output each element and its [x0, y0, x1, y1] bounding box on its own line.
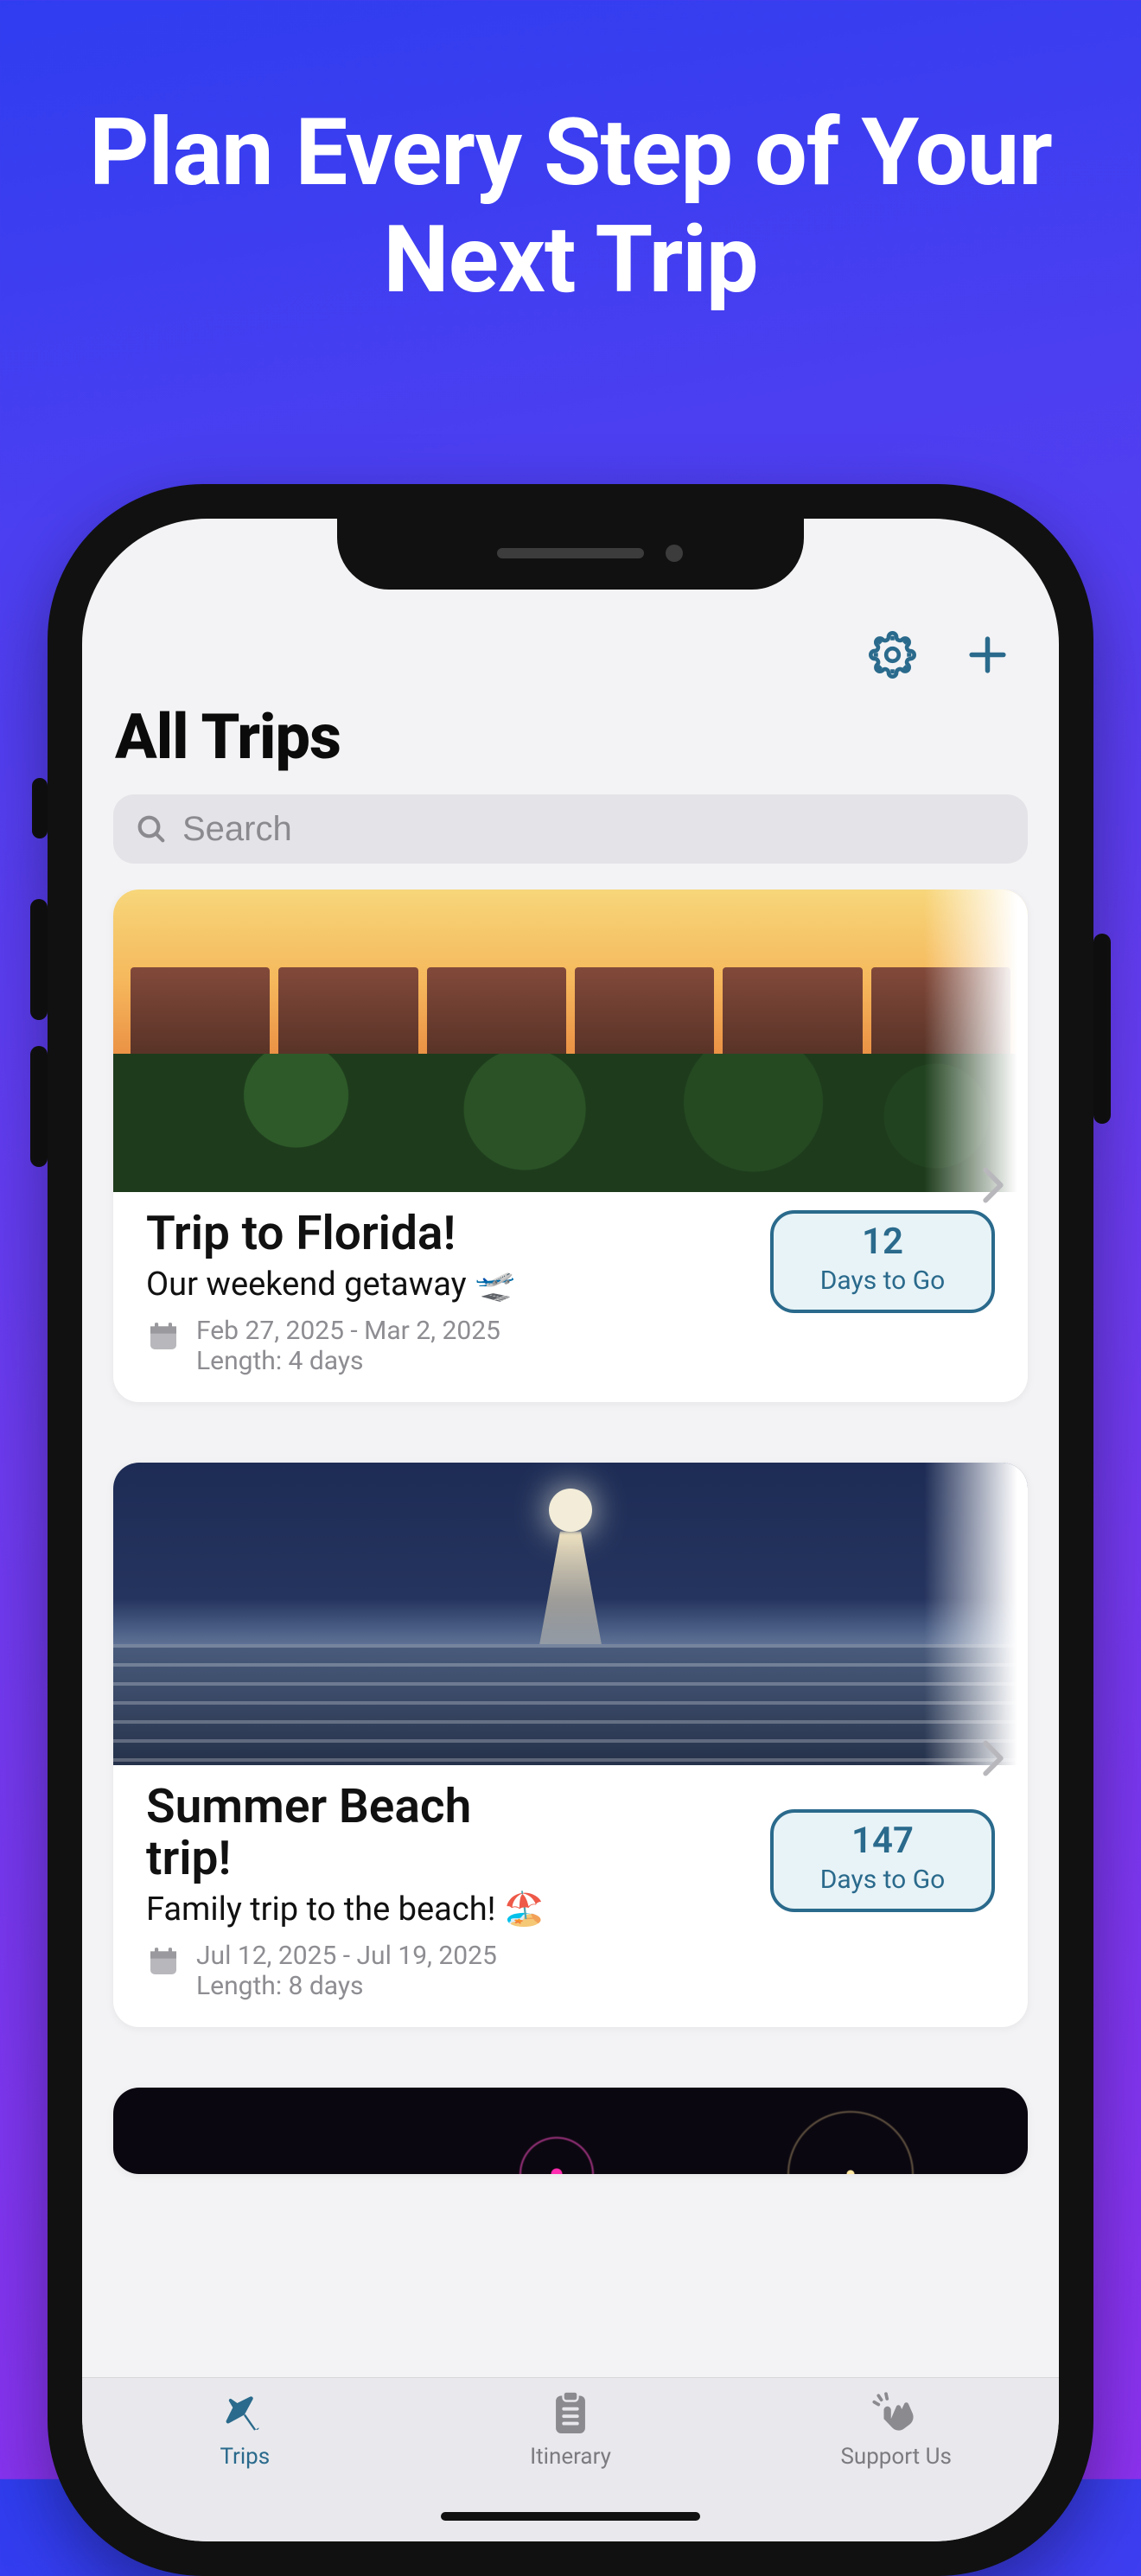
- search-icon: [134, 812, 169, 846]
- calendar-icon: [146, 1319, 181, 1354]
- countdown-number: 12: [798, 1224, 967, 1260]
- countdown-label: Days to Go: [798, 1266, 967, 1296]
- search-bar[interactable]: [113, 794, 1028, 864]
- add-trip-button[interactable]: [964, 631, 1011, 679]
- tab-trips[interactable]: Trips: [82, 2388, 408, 2541]
- trip-length: Length: 8 days: [196, 1971, 497, 2001]
- countdown-number: 147: [798, 1823, 967, 1859]
- trip-title: Summer Beach trip!: [146, 1781, 509, 1885]
- countdown-badge: 147 Days to Go: [770, 1809, 995, 1912]
- chevron-right-icon: [979, 1166, 1007, 1204]
- clipboard-icon: [545, 2388, 596, 2439]
- trip-photo: [113, 2088, 1028, 2174]
- trip-card[interactable]: Trip to Florida! Our weekend getaway 🛫 1…: [113, 889, 1028, 1402]
- app-root: All Trips: [82, 519, 1059, 2541]
- clap-icon: [871, 2388, 921, 2439]
- tab-label: Support Us: [840, 2444, 951, 2470]
- countdown-badge: 12 Days to Go: [770, 1210, 995, 1313]
- promo-headline: Plan Every Step of Your Next Trip: [0, 0, 1141, 314]
- trip-dates: Feb 27, 2025 - Mar 2, 2025: [196, 1316, 500, 1346]
- tab-label: Itinerary: [530, 2444, 611, 2470]
- phone-mockup: All Trips: [48, 484, 1093, 2576]
- phone-power-button: [1093, 934, 1111, 1124]
- search-input[interactable]: [182, 810, 1007, 849]
- page-title: All Trips: [82, 700, 1059, 794]
- airplane-icon: [220, 2388, 270, 2439]
- trip-photo: [113, 889, 1028, 1192]
- countdown-label: Days to Go: [798, 1865, 967, 1895]
- trip-subtitle: Our weekend getaway 🛫: [146, 1266, 753, 1304]
- plus-icon: [964, 631, 1011, 679]
- phone-silence-switch: [32, 778, 48, 838]
- settings-button[interactable]: [869, 631, 916, 679]
- chevron-right-icon: [979, 1739, 1007, 1777]
- gear-icon: [869, 631, 916, 679]
- trip-title: Trip to Florida!: [146, 1208, 753, 1260]
- phone-volume-down: [30, 1046, 48, 1167]
- trip-card[interactable]: [113, 2088, 1028, 2174]
- tab-label: Trips: [220, 2444, 270, 2470]
- tab-support[interactable]: Support Us: [733, 2388, 1059, 2541]
- trip-length: Length: 4 days: [196, 1346, 500, 1376]
- phone-notch: [337, 519, 804, 590]
- trip-photo: [113, 1463, 1028, 1765]
- calendar-icon: [146, 1944, 181, 1979]
- trip-subtitle: Family trip to the beach! 🏖️: [146, 1891, 753, 1929]
- trip-dates: Jul 12, 2025 - Jul 19, 2025: [196, 1941, 497, 1971]
- phone-volume-up: [30, 899, 48, 1020]
- home-indicator[interactable]: [441, 2512, 700, 2521]
- trip-card[interactable]: Summer Beach trip! Family trip to the be…: [113, 1463, 1028, 2027]
- tab-bar: Trips Itinerary: [82, 2377, 1059, 2541]
- trips-list[interactable]: Trip to Florida! Our weekend getaway 🛫 1…: [82, 889, 1059, 2541]
